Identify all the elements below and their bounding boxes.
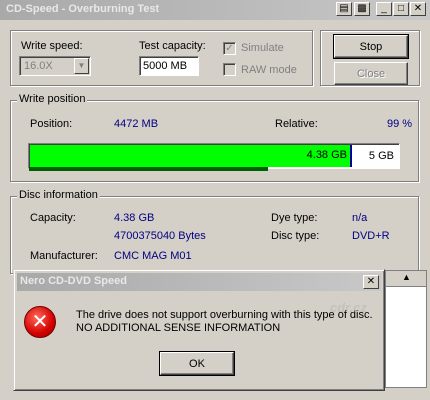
- manufacturer-value: CMC MAG M01: [114, 250, 192, 262]
- write-speed-label: Write speed:: [21, 40, 83, 52]
- write-position-title: Write position: [17, 93, 88, 105]
- manufacturer-label: Manufacturer:: [30, 250, 98, 262]
- chevron-down-icon[interactable]: ▼: [74, 58, 89, 74]
- raw-mode-checkbox[interactable]: [223, 63, 236, 76]
- progress-fill: 4.38 GB: [30, 145, 350, 167]
- progress-label: 4.38 GB: [306, 149, 347, 161]
- capacity-bytes: 4700375040 Bytes: [114, 230, 206, 242]
- raw-mode-label: RAW mode: [241, 64, 297, 76]
- simulate-label: Simulate: [241, 42, 284, 54]
- minimize-button[interactable]: _: [376, 2, 392, 16]
- disc-type-value: DVD+R: [352, 230, 390, 242]
- dye-type-value: n/a: [352, 212, 368, 224]
- ok-button[interactable]: OK: [159, 351, 235, 376]
- close-button[interactable]: Close: [334, 62, 408, 85]
- window-title: CD-Speed - Overburning Test: [6, 3, 160, 15]
- error-icon: ✕: [24, 306, 56, 338]
- watermark-text: cdr.cz: [330, 300, 367, 315]
- disc-type-label: Disc type:: [271, 230, 320, 242]
- stop-button[interactable]: Stop: [333, 34, 409, 59]
- chevron-up-icon: ▲: [402, 272, 411, 282]
- write-progress-bar: 4.38 GB 5 GB: [28, 143, 400, 169]
- capacity-marker: 5 GB: [350, 145, 398, 167]
- position-label: Position:: [30, 118, 73, 130]
- error-dialog-title-bar[interactable]: Nero CD-DVD Speed ✕: [17, 273, 381, 291]
- close-window-button[interactable]: ✕: [410, 2, 426, 16]
- relative-value: 99 %: [387, 118, 413, 130]
- relative-label: Relative:: [275, 118, 318, 130]
- capacity-value: 4.38 GB: [114, 212, 155, 224]
- copy-icon[interactable]: ▤: [336, 2, 352, 16]
- title-bar[interactable]: CD-Speed - Overburning Test ▤ ▩ _ □ ✕: [0, 0, 430, 20]
- background-panel-header: ▲: [386, 271, 426, 287]
- test-capacity-label: Test capacity:: [139, 40, 206, 52]
- error-message-line2: NO ADDITIONAL SENSE INFORMATION: [76, 322, 281, 334]
- dialog-close-button[interactable]: ✕: [363, 275, 379, 289]
- test-capacity-value: 5000 MB: [143, 60, 188, 72]
- disc-information-title: Disc information: [17, 189, 100, 201]
- write-speed-select[interactable]: 16.0X ▼: [19, 56, 91, 76]
- write-speed-value: 16.0X: [24, 60, 53, 72]
- error-dialog-title: Nero CD-DVD Speed: [20, 275, 127, 287]
- settings-group: Write speed: 16.0X ▼ Test capacity: 5000…: [10, 30, 313, 86]
- position-value: 4472 MB: [114, 118, 159, 130]
- test-capacity-input[interactable]: 5000 MB: [139, 56, 199, 76]
- maximize-button[interactable]: □: [393, 2, 409, 16]
- main-window: CD-Speed - Overburning Test ▤ ▩ _ □ ✕ Wr…: [0, 0, 430, 400]
- dye-type-label: Dye type:: [271, 212, 318, 224]
- save-icon[interactable]: ▩: [354, 2, 370, 16]
- background-panel: ▲: [385, 270, 427, 388]
- capacity-label: Capacity:: [30, 212, 76, 224]
- sub-progress-bar: [29, 167, 268, 171]
- error-message-line1: The drive does not support overburning w…: [76, 309, 373, 321]
- capacity-label: 5 GB: [368, 150, 394, 162]
- simulate-checkbox[interactable]: ✓: [223, 42, 236, 55]
